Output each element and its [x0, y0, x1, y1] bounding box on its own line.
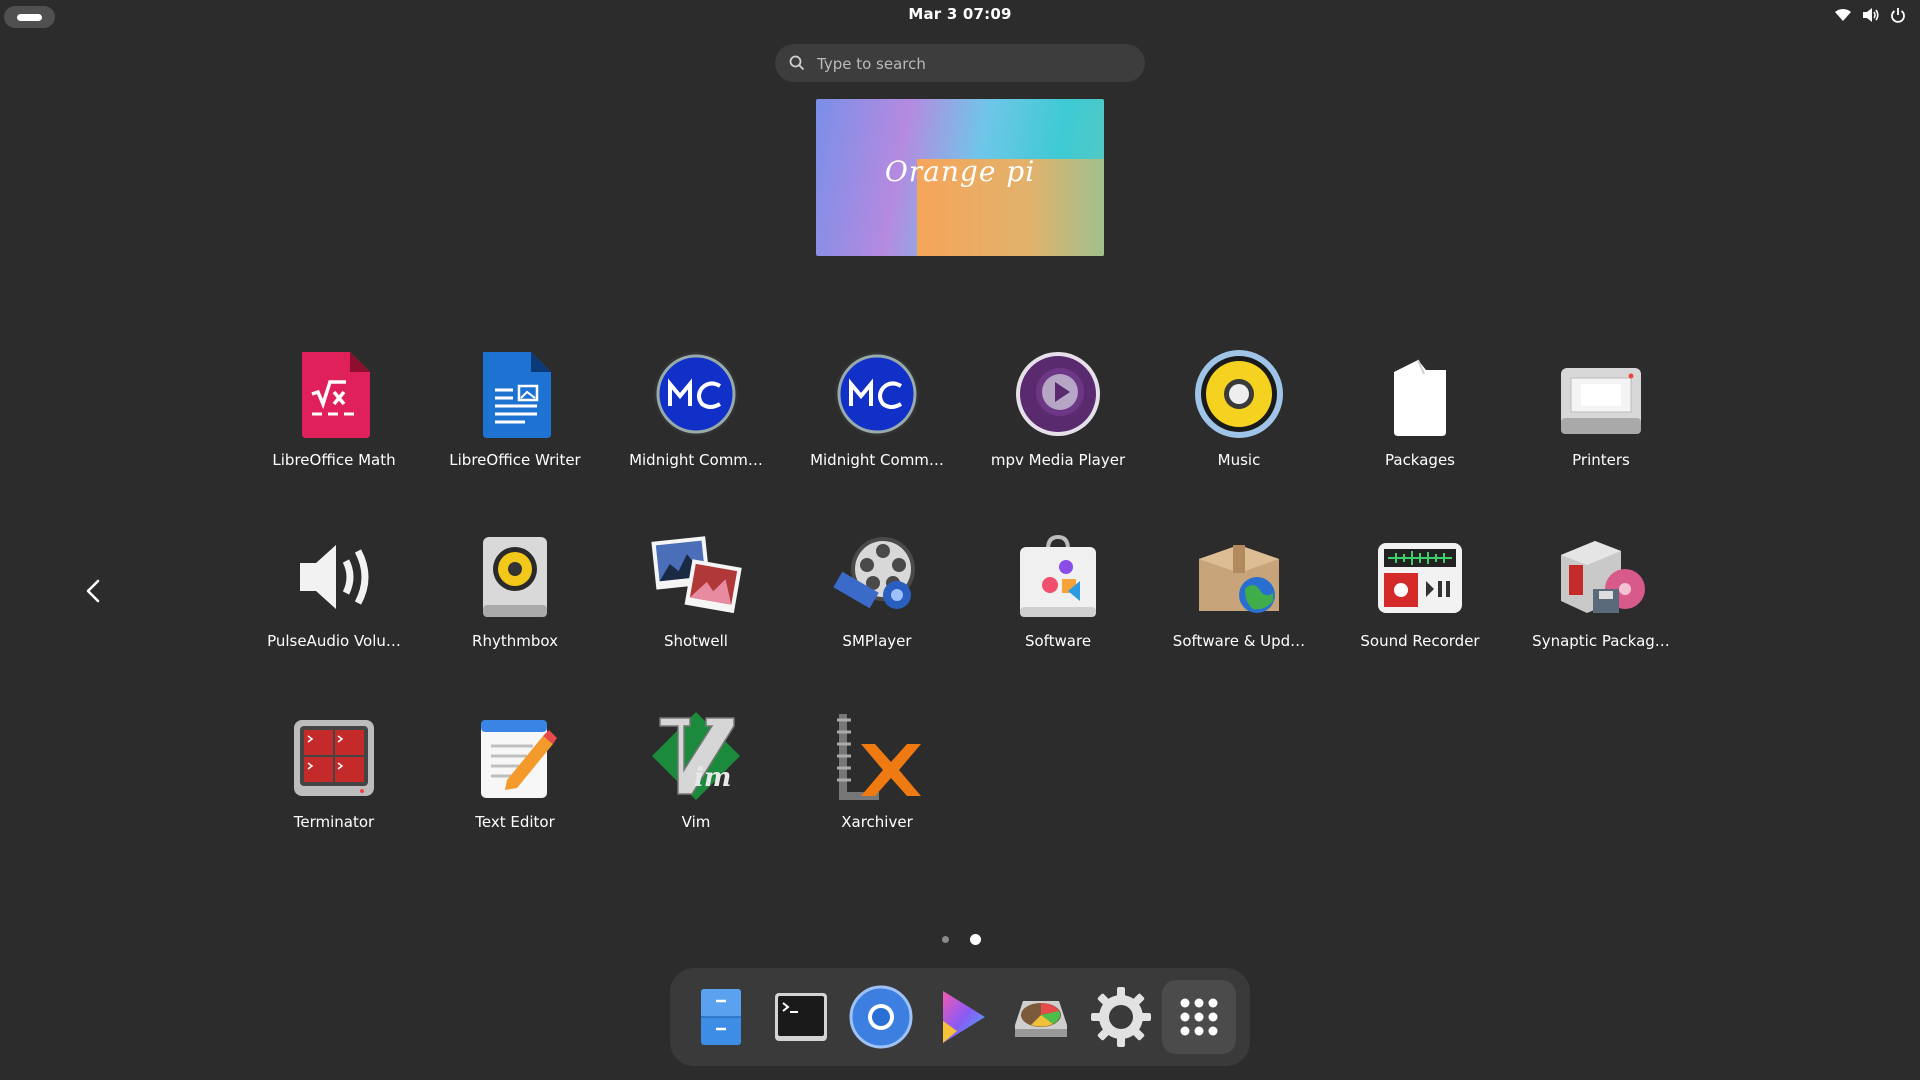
dock-settings[interactable] — [1084, 980, 1158, 1054]
wallpaper-logo: Orange pi — [884, 155, 1036, 188]
packages-icon — [1394, 359, 1446, 436]
app-label: Sound Recorder — [1360, 632, 1480, 650]
settings-gear-icon — [1091, 987, 1151, 1047]
app-label: Vim — [681, 813, 711, 831]
search-icon — [789, 55, 805, 75]
terminator-icon — [294, 720, 374, 796]
app-pulseaudio[interactable]: PulseAudio Volu… — [245, 521, 423, 691]
media-player-icon — [943, 991, 985, 1043]
dock — [670, 968, 1250, 1066]
search-bar[interactable] — [775, 44, 1145, 84]
app-label: Printers — [1572, 451, 1630, 469]
software-updates-icon — [1199, 545, 1279, 613]
system-tray[interactable] — [1834, 7, 1906, 23]
dock-disk-usage[interactable] — [1004, 980, 1078, 1054]
pulseaudio-icon — [300, 545, 369, 609]
app-label: LibreOffice Math — [272, 451, 396, 469]
show-apps-grid-icon — [1180, 998, 1218, 1036]
dock-chromium[interactable] — [844, 980, 918, 1054]
midnight-commander-icon — [654, 352, 738, 436]
app-smplayer[interactable]: SMPlayer — [788, 521, 966, 691]
terminal-icon — [775, 993, 827, 1041]
app-label: Rhythmbox — [472, 632, 558, 650]
app-label: Midnight Comm… — [629, 451, 763, 469]
app-label: mpv Media Player — [990, 451, 1126, 469]
app-mpv[interactable]: mpv Media Player — [969, 340, 1147, 510]
workspace-thumbnail[interactable]: Orange pi — [816, 99, 1104, 256]
app-label: Software & Upd… — [1172, 632, 1306, 650]
app-printers[interactable]: Printers — [1512, 340, 1690, 510]
chevron-left-icon — [86, 579, 100, 603]
app-software[interactable]: Software — [969, 521, 1147, 691]
app-libreoffice-math[interactable]: LibreOffice Math — [245, 340, 423, 510]
app-terminator[interactable]: Terminator — [245, 702, 423, 872]
app-midnight-commander-2[interactable]: Midnight Comm… — [788, 340, 966, 510]
app-label: LibreOffice Writer — [449, 451, 581, 469]
app-label: Shotwell — [664, 632, 728, 650]
app-label: Terminator — [293, 813, 375, 831]
vim-icon: im — [652, 712, 740, 800]
power-icon[interactable] — [1890, 7, 1906, 23]
files-icon — [701, 989, 741, 1045]
clock[interactable]: Mar 3 07:09 — [0, 5, 1920, 23]
chromium-icon — [849, 985, 913, 1049]
app-rhythmbox[interactable]: Rhythmbox — [426, 521, 604, 691]
printers-icon — [1561, 368, 1641, 434]
dock-show-apps[interactable] — [1162, 980, 1236, 1054]
app-midnight-commander-1[interactable]: Midnight Comm… — [607, 340, 785, 510]
app-music[interactable]: Music — [1150, 340, 1328, 510]
page-indicator — [936, 932, 984, 946]
text-editor-icon — [481, 720, 557, 798]
app-libreoffice-writer[interactable]: LibreOffice Writer — [426, 340, 604, 510]
previous-page-button[interactable] — [78, 575, 110, 607]
app-xarchiver[interactable]: Xarchiver — [788, 702, 966, 872]
synaptic-icon — [1561, 541, 1645, 613]
app-label: SMPlayer — [842, 632, 912, 650]
volume-icon[interactable] — [1862, 7, 1880, 23]
rhythmbox-icon — [483, 537, 547, 617]
sound-recorder-icon — [1378, 543, 1462, 613]
app-packages[interactable]: Packages — [1331, 340, 1509, 510]
shotwell-icon — [651, 536, 742, 614]
app-label: Text Editor — [475, 813, 555, 831]
disk-usage-icon — [1015, 1001, 1067, 1037]
app-label: Packages — [1385, 451, 1455, 469]
app-grid: LibreOffice Math LibreOffice Writer Midn… — [245, 340, 1705, 880]
dock-terminal[interactable] — [764, 980, 838, 1054]
xarchiver-icon — [837, 714, 921, 800]
app-vim[interactable]: im Vim — [607, 702, 785, 872]
svg-text:im: im — [694, 763, 731, 793]
app-software-updates[interactable]: Software & Upd… — [1150, 521, 1328, 691]
app-label: Synaptic Packag… — [1532, 632, 1670, 650]
midnight-commander-icon — [835, 352, 919, 436]
music-icon — [1195, 350, 1283, 438]
mpv-icon — [1016, 352, 1100, 436]
app-label: Music — [1217, 451, 1261, 469]
wifi-icon[interactable] — [1834, 7, 1852, 23]
page-dot-1[interactable] — [942, 936, 949, 943]
app-sound-recorder[interactable]: Sound Recorder — [1331, 521, 1509, 691]
software-icon — [1020, 534, 1096, 617]
page-dot-2-active[interactable] — [970, 934, 981, 945]
libreoffice-writer-icon — [483, 352, 551, 438]
smplayer-icon — [833, 537, 915, 609]
libreoffice-math-icon — [302, 352, 370, 438]
top-bar: Mar 3 07:09 — [0, 0, 1920, 32]
app-shotwell[interactable]: Shotwell — [607, 521, 785, 691]
app-synaptic[interactable]: Synaptic Packag… — [1512, 521, 1690, 691]
app-label: Midnight Comm… — [810, 451, 944, 469]
app-label: PulseAudio Volu… — [267, 632, 401, 650]
app-label: Software — [1024, 632, 1092, 650]
app-label: Xarchiver — [841, 813, 913, 831]
dock-media-player[interactable] — [924, 980, 998, 1054]
dock-files[interactable] — [684, 980, 758, 1054]
search-input[interactable] — [815, 44, 1129, 84]
app-text-editor[interactable]: Text Editor — [426, 702, 604, 872]
